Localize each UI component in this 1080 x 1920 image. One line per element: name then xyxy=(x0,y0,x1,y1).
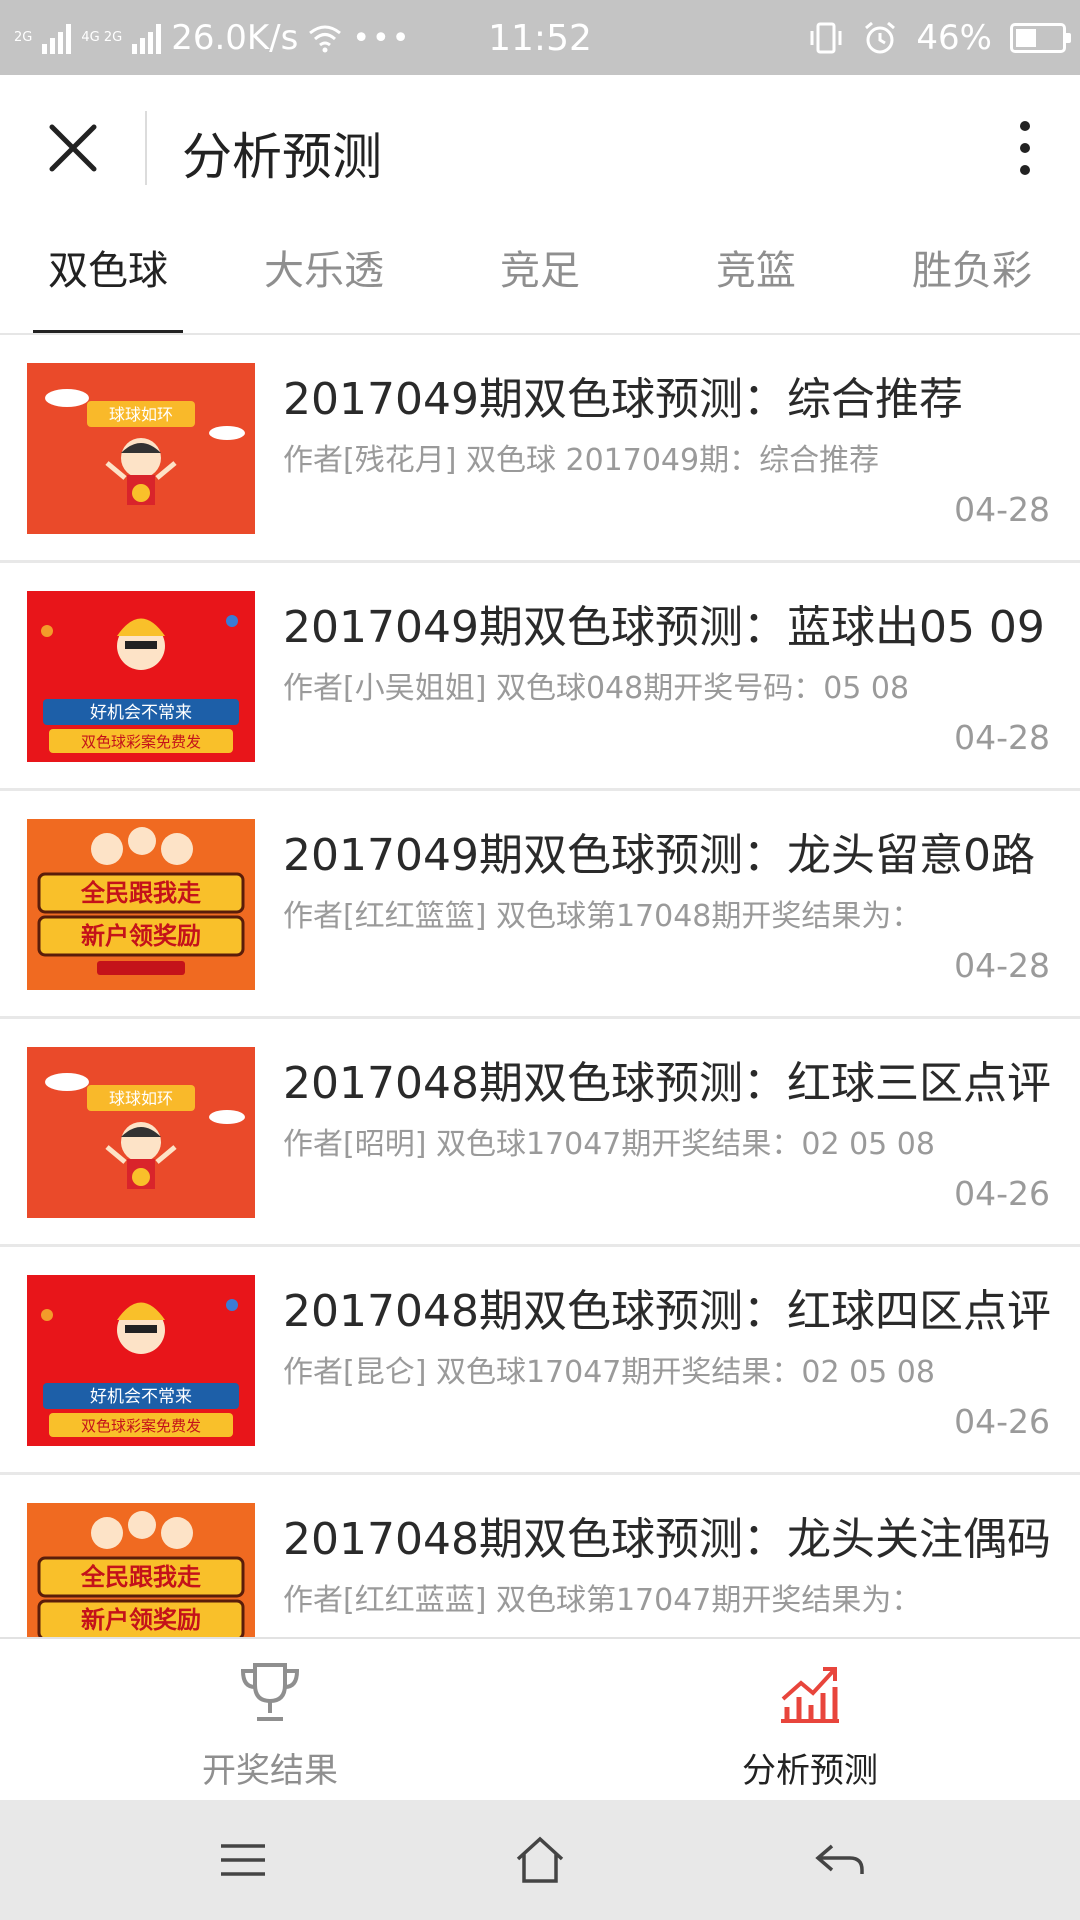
bottom-tab-bar: 开奖结果 分析预测 xyxy=(0,1637,1080,1800)
home-icon xyxy=(516,1836,564,1883)
close-icon xyxy=(49,124,97,172)
thumbnail-caption-secondary: 双色球彩案免费发 xyxy=(81,733,201,751)
system-nav-bar xyxy=(0,1800,1080,1920)
status-right: 46% xyxy=(808,14,1071,62)
alarm-icon xyxy=(865,21,896,54)
article-title: 2017048期双色球预测：红球四区点评 xyxy=(283,1286,1051,1337)
close-button[interactable] xyxy=(40,115,106,181)
article-date: 04-28 xyxy=(954,946,1050,985)
promo-banner-image: 全民跟我走 新户领奖励 xyxy=(27,819,255,990)
page-title: 分析预测 xyxy=(182,128,382,186)
list-item[interactable]: 全民跟我走 新户领奖励 2017048期双色球预测：龙头关注偶码 作者[红红蓝蓝… xyxy=(0,1475,1080,1637)
article-date: 04-26 xyxy=(954,1402,1050,1441)
title-divider xyxy=(145,111,147,185)
list-item[interactable]: 球球如环 2017049期双色球预测：综合推荐 作者[残花月] 双色球 2017… xyxy=(0,335,1080,563)
tab-jingzu[interactable]: 竞足 xyxy=(432,225,648,335)
trend-chart-icon xyxy=(781,1667,839,1723)
thumbnail-caption-secondary: 新户领奖励 xyxy=(81,1606,201,1634)
article-summary: 作者[残花月] 双色球 2017049期：综合推荐 xyxy=(283,443,880,478)
battery-fill xyxy=(1016,29,1037,47)
tab-draw-results[interactable]: 开奖结果 xyxy=(0,1639,540,1802)
thumbnail-caption: 全民跟我走 xyxy=(80,879,201,907)
tab-shengfucai[interactable]: 胜负彩 xyxy=(864,225,1080,335)
more-menu-button[interactable] xyxy=(1000,113,1050,183)
article-date: 04-28 xyxy=(954,490,1050,529)
vibrate-icon xyxy=(810,22,842,54)
menu-button[interactable] xyxy=(213,1830,273,1890)
active-tab-indicator xyxy=(33,330,183,333)
category-tabs: 双色球 大乐透 竞足 竞篮 胜负彩 xyxy=(0,225,1080,335)
article-summary: 作者[红红篮篮] 双色球第17048期开奖结果为： xyxy=(283,899,922,934)
article-summary: 作者[昆仑] 双色球17047期开奖结果：02 05 08 xyxy=(283,1355,935,1390)
more-dot-icon xyxy=(1020,121,1030,131)
tab-analysis[interactable]: 分析预测 xyxy=(540,1639,1080,1802)
thumbnail-caption: 好机会不常来 xyxy=(90,1387,192,1407)
promo-banner-image: 全民跟我走 新户领奖励 xyxy=(27,1503,255,1637)
back-icon xyxy=(815,1844,864,1874)
article-date: 04-26 xyxy=(954,1174,1050,1213)
promo-banner-image: 好机会不常来 双色球彩案免费发 xyxy=(27,591,255,762)
article-thumbnail: 全民跟我走 新户领奖励 xyxy=(27,1503,255,1637)
tab-draw-results-label: 开奖结果 xyxy=(202,1751,338,1791)
article-thumbnail: 好机会不常来 双色球彩案免费发 xyxy=(27,591,255,762)
mascot-banner-image: 球球如环 xyxy=(27,363,255,534)
more-dot-icon xyxy=(1020,143,1030,153)
article-title: 2017049期双色球预测：龙头留意0路 xyxy=(283,830,1035,881)
article-list: 球球如环 2017049期双色球预测：综合推荐 作者[残花月] 双色球 2017… xyxy=(0,335,1080,1637)
article-thumbnail: 全民跟我走 新户领奖励 xyxy=(27,819,255,990)
more-dot-icon xyxy=(1020,165,1030,175)
article-title: 2017049期双色球预测：蓝球出05 09 xyxy=(283,602,1045,653)
article-date: 04-28 xyxy=(954,718,1050,757)
battery-icon xyxy=(1010,23,1071,53)
tab-jinglan[interactable]: 竞篮 xyxy=(648,225,864,335)
mascot-banner-image: 球球如环 xyxy=(27,1047,255,1218)
home-button[interactable] xyxy=(510,1830,570,1890)
list-item[interactable]: 球球如环 2017048期双色球预测：红球三区点评 作者[昭明] 双色球1704… xyxy=(0,1019,1080,1247)
tab-analysis-label: 分析预测 xyxy=(742,1751,878,1791)
trophy-icon xyxy=(240,1663,300,1721)
tab-daletou[interactable]: 大乐透 xyxy=(216,225,432,335)
article-summary: 作者[小吴姐姐] 双色球048期开奖号码：05 08 xyxy=(283,671,910,706)
thumbnail-caption: 球球如环 xyxy=(109,1089,173,1108)
article-title: 2017049期双色球预测：综合推荐 xyxy=(283,374,963,425)
tab-shuangseqiu[interactable]: 双色球 xyxy=(0,225,216,335)
status-bar: 2G 4G 2G 26.0K/s ••• 11:52 46% xyxy=(0,0,1080,75)
battery-percent: 46% xyxy=(916,18,992,58)
list-item[interactable]: 全民跟我走 新户领奖励 2017049期双色球预测：龙头留意0路 作者[红红篮篮… xyxy=(0,791,1080,1019)
article-title: 2017048期双色球预测：龙头关注偶码 xyxy=(283,1514,1051,1565)
thumbnail-caption-secondary: 新户领奖励 xyxy=(81,922,201,950)
thumbnail-caption-secondary: 双色球彩案免费发 xyxy=(81,1417,201,1435)
article-thumbnail: 球球如环 xyxy=(27,1047,255,1218)
thumbnail-caption: 球球如环 xyxy=(109,405,173,424)
article-thumbnail: 球球如环 xyxy=(27,363,255,534)
title-bar: 分析预测 xyxy=(0,75,1080,225)
back-button[interactable] xyxy=(810,1830,870,1890)
article-summary: 作者[红红蓝蓝] 双色球第17047期开奖结果为： xyxy=(283,1583,922,1618)
list-item[interactable]: 好机会不常来 双色球彩案免费发 2017048期双色球预测：红球四区点评 作者[… xyxy=(0,1247,1080,1475)
thumbnail-caption: 全民跟我走 xyxy=(80,1563,201,1591)
promo-banner-image: 好机会不常来 双色球彩案免费发 xyxy=(27,1275,255,1446)
article-summary: 作者[昭明] 双色球17047期开奖结果：02 05 08 xyxy=(283,1127,935,1162)
list-item[interactable]: 好机会不常来 双色球彩案免费发 2017049期双色球预测：蓝球出05 09 作… xyxy=(0,563,1080,791)
article-thumbnail: 好机会不常来 双色球彩案免费发 xyxy=(27,1275,255,1446)
article-title: 2017048期双色球预测：红球三区点评 xyxy=(283,1058,1051,1109)
menu-icon xyxy=(221,1844,265,1876)
thumbnail-caption: 好机会不常来 xyxy=(90,703,192,723)
